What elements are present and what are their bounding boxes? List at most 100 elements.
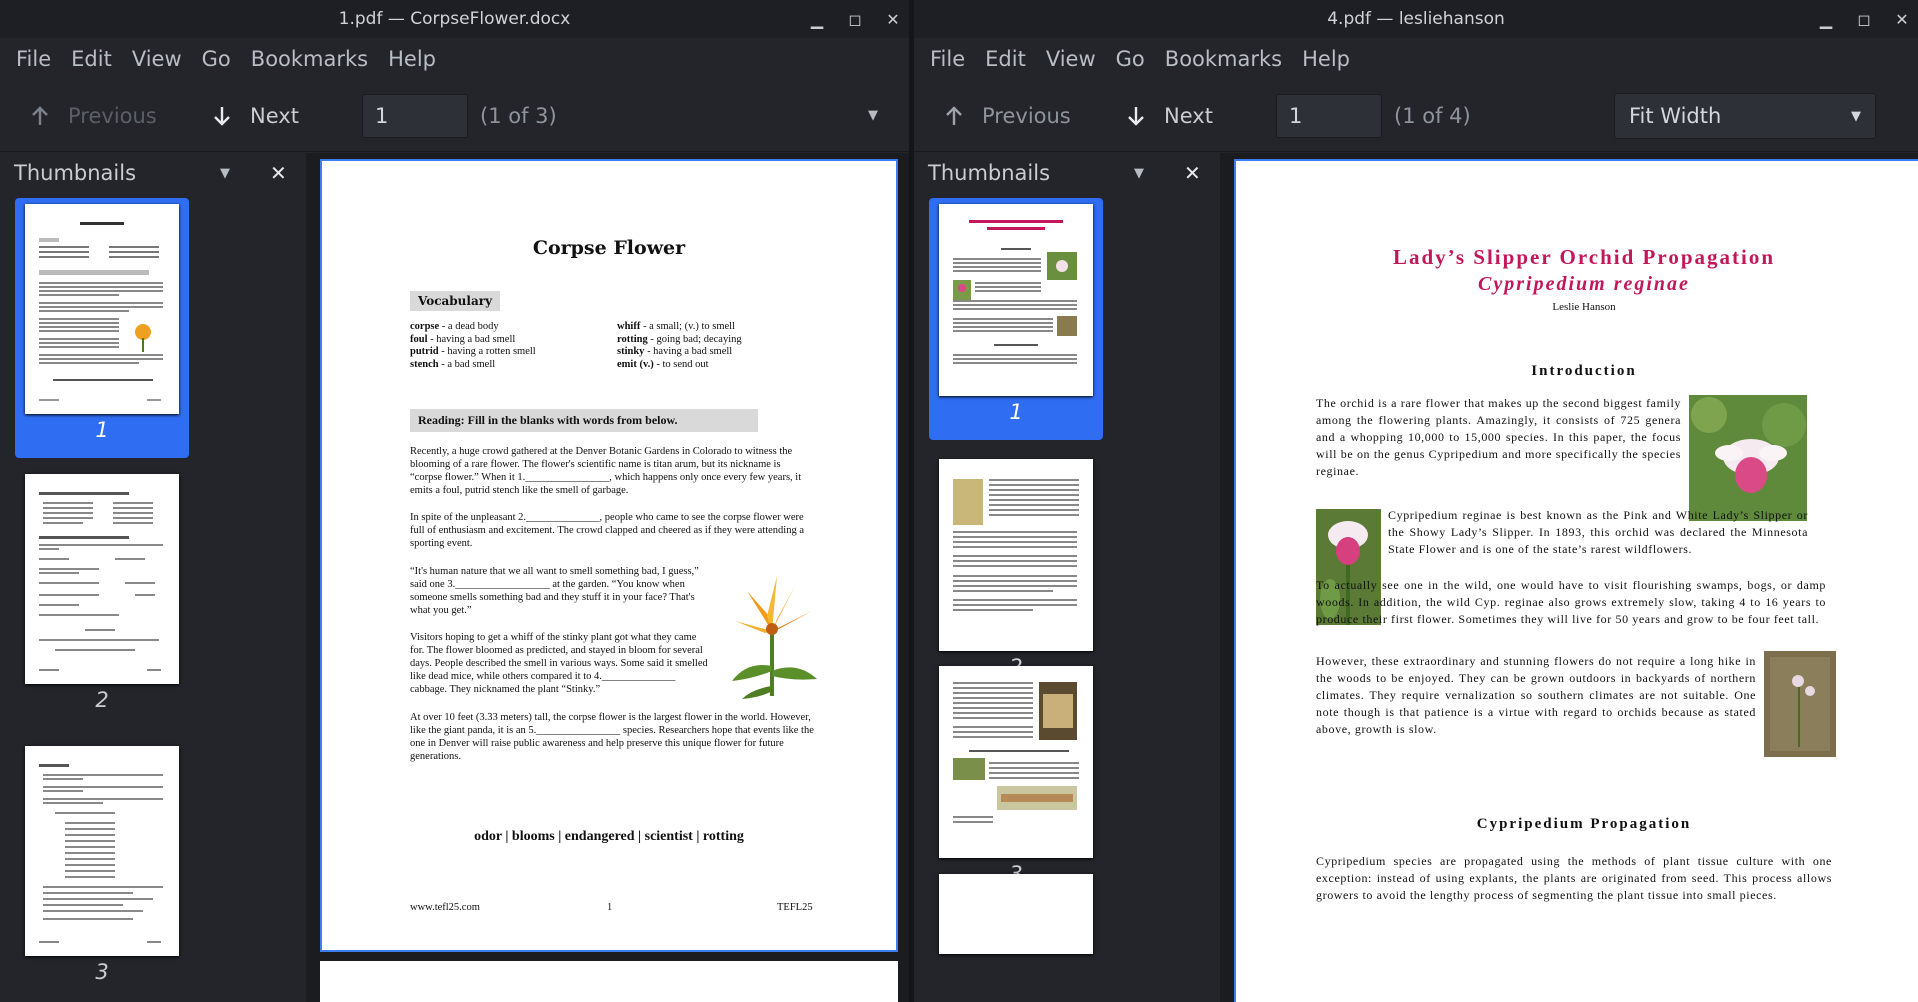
sidebar-title: Thumbnails bbox=[928, 161, 1051, 185]
thumbnail-1[interactable]: 1 bbox=[15, 198, 189, 458]
sidebar-title: Thumbnails bbox=[14, 161, 137, 185]
menu-bookmarks[interactable]: Bookmarks bbox=[241, 47, 378, 71]
vocab-entry: stench - a bad smell bbox=[410, 358, 496, 370]
toolbar: Previous Next 1 (1 of 3) ▼ bbox=[0, 80, 909, 152]
menu-view[interactable]: View bbox=[1036, 47, 1106, 71]
minimize-icon[interactable]: ▁ bbox=[809, 10, 825, 29]
footer-url: www.tefl25.com bbox=[410, 902, 480, 913]
maximize-icon[interactable]: ◻ bbox=[847, 10, 863, 29]
vocab-entry: foul - having a bad smell bbox=[410, 333, 516, 345]
thumbnail-3[interactable]: 3 bbox=[929, 660, 1103, 902]
page-navigator: 1 (1 of 4) bbox=[1276, 93, 1471, 138]
maximize-icon[interactable]: ◻ bbox=[1856, 10, 1872, 29]
zoom-dropdown-icon[interactable]: ▼ bbox=[868, 108, 878, 123]
window-right: 4.pdf — lesliehanson ▁ ◻ ✕ File Edit Vie… bbox=[914, 0, 1918, 1002]
thumbnail-2[interactable]: 2 bbox=[15, 468, 189, 728]
thumbnail-preview bbox=[39, 764, 163, 943]
menu-file[interactable]: File bbox=[6, 47, 61, 71]
previous-button[interactable]: Previous bbox=[30, 104, 157, 128]
next-label: Next bbox=[250, 103, 299, 128]
sidebar-header: Thumbnails ▼ ✕ bbox=[914, 153, 1218, 193]
section-heading: Introduction bbox=[1531, 363, 1637, 379]
document-author: Leslie Hanson bbox=[1552, 301, 1616, 313]
thumbnail-page bbox=[25, 204, 179, 414]
minimize-icon[interactable]: ▁ bbox=[1818, 10, 1834, 29]
thumbnail-number: 3 bbox=[95, 960, 109, 984]
paragraph: In spite of the unpleasant 2.___________… bbox=[410, 512, 804, 549]
section-heading: Cypripedium Propagation bbox=[1476, 816, 1692, 832]
close-icon[interactable]: ✕ bbox=[1894, 10, 1910, 29]
wild-orchid-photo bbox=[1764, 651, 1836, 757]
paragraph: Visitors hoping to get a whiff of the st… bbox=[410, 632, 708, 695]
menu-go[interactable]: Go bbox=[1106, 47, 1155, 71]
document-page: Lady’s Slipper Orchid Propagation Cyprip… bbox=[1234, 159, 1918, 1002]
next-button[interactable]: Next bbox=[212, 104, 299, 128]
thumbnail-page bbox=[939, 204, 1093, 396]
menubar: File Edit View Go Bookmarks Help bbox=[0, 38, 909, 80]
page-number-input[interactable]: 1 bbox=[1276, 93, 1382, 138]
thumbnail-2[interactable]: 2 bbox=[929, 453, 1103, 695]
menu-edit[interactable]: Edit bbox=[61, 47, 122, 71]
previous-label: Previous bbox=[68, 103, 157, 128]
window-title: 4.pdf — lesliehanson bbox=[1327, 9, 1505, 29]
sidebar-header: Thumbnails ▼ ✕ bbox=[0, 153, 304, 193]
thumbnail-number: 2 bbox=[95, 688, 109, 712]
word-bank: odor | blooms | endangered | scientist |… bbox=[474, 829, 744, 844]
thumbnail-3[interactable]: 3 bbox=[15, 740, 189, 1000]
thumbnails-sidebar: Thumbnails ▼ ✕ bbox=[0, 153, 304, 1002]
document-subtitle: Cypripedium reginae bbox=[1478, 273, 1690, 295]
menu-help[interactable]: Help bbox=[1292, 47, 1360, 71]
menu-edit[interactable]: Edit bbox=[975, 47, 1036, 71]
page-count: (1 of 4) bbox=[1394, 103, 1471, 128]
footer-brand: TEFL25 bbox=[777, 902, 813, 913]
window-left: 1.pdf — CorpseFlower.docx ▁ ◻ ✕ File Edi… bbox=[0, 0, 909, 1002]
window-controls: ▁ ◻ ✕ bbox=[809, 0, 901, 38]
document-viewer[interactable]: Corpse Flower Vocabulary corpse - a dead… bbox=[306, 153, 909, 1002]
sidebar-dropdown-icon[interactable]: ▼ bbox=[1134, 166, 1144, 181]
vocabulary-heading: Vocabulary bbox=[410, 291, 501, 311]
paragraph: Cypripedium reginae is best known as the… bbox=[1388, 508, 1808, 556]
sidebar-dropdown-icon[interactable]: ▼ bbox=[220, 166, 230, 181]
vocab-entry: putrid - having a rotten smell bbox=[410, 346, 536, 357]
page-number-input[interactable]: 1 bbox=[362, 93, 468, 138]
thumbnail-list: 1 2 bbox=[0, 198, 304, 1002]
sidebar-close-icon[interactable]: ✕ bbox=[270, 161, 287, 185]
vocab-entry: emit (v.) - to send out bbox=[617, 358, 709, 370]
thumbnail-preview bbox=[39, 492, 163, 671]
arrow-down-icon bbox=[214, 106, 230, 126]
menu-file[interactable]: File bbox=[920, 47, 975, 71]
vocab-entry: rotting - going bad; decaying bbox=[617, 333, 742, 345]
previous-button[interactable]: Previous bbox=[944, 104, 1071, 128]
menu-help[interactable]: Help bbox=[378, 47, 446, 71]
paragraph: Recently, a huge crowd gathered at the D… bbox=[410, 446, 802, 496]
vocab-entry: whiff - a small; (v.) to smell bbox=[617, 321, 736, 332]
zoom-select[interactable]: Fit Width ▼ bbox=[1614, 93, 1876, 139]
next-button[interactable]: Next bbox=[1126, 104, 1213, 128]
document-title: Lady’s Slipper Orchid Propagation bbox=[1392, 245, 1776, 269]
document-viewer[interactable]: Lady’s Slipper Orchid Propagation Cyprip… bbox=[1220, 153, 1918, 1002]
reading-heading: Reading: Fill in the blanks with words f… bbox=[410, 409, 758, 432]
footer-page-number: 1 bbox=[607, 902, 613, 913]
arrow-up-icon bbox=[32, 105, 48, 125]
window-title: 1.pdf — CorpseFlower.docx bbox=[338, 9, 571, 29]
menu-view[interactable]: View bbox=[122, 47, 192, 71]
paragraph: However, these extraordinary and stunnin… bbox=[1316, 654, 1756, 736]
sidebar-close-icon[interactable]: ✕ bbox=[1184, 161, 1201, 185]
titlebar: 4.pdf — lesliehanson ▁ ◻ ✕ bbox=[914, 0, 1918, 38]
close-icon[interactable]: ✕ bbox=[885, 10, 901, 29]
page-navigator: 1 (1 of 3) bbox=[362, 93, 557, 138]
menubar: File Edit View Go Bookmarks Help bbox=[914, 38, 1918, 80]
orchid-photo bbox=[1689, 395, 1807, 521]
menu-go[interactable]: Go bbox=[192, 47, 241, 71]
thumbnail-1[interactable]: 1 bbox=[929, 198, 1103, 440]
previous-label: Previous bbox=[982, 103, 1071, 128]
thumbnail-page bbox=[939, 459, 1093, 651]
window-controls: ▁ ◻ ✕ bbox=[1818, 0, 1910, 38]
thumbnail-preview bbox=[39, 222, 163, 401]
menu-bookmarks[interactable]: Bookmarks bbox=[1155, 47, 1292, 71]
paragraph: The orchid is a rare flower that makes u… bbox=[1316, 396, 1681, 478]
thumbnail-number: 1 bbox=[95, 418, 109, 442]
thumbnail-4[interactable] bbox=[929, 868, 1103, 954]
document-title: Corpse Flower bbox=[532, 237, 686, 259]
thumbnails-sidebar: Thumbnails ▼ ✕ bbox=[914, 153, 1218, 1002]
